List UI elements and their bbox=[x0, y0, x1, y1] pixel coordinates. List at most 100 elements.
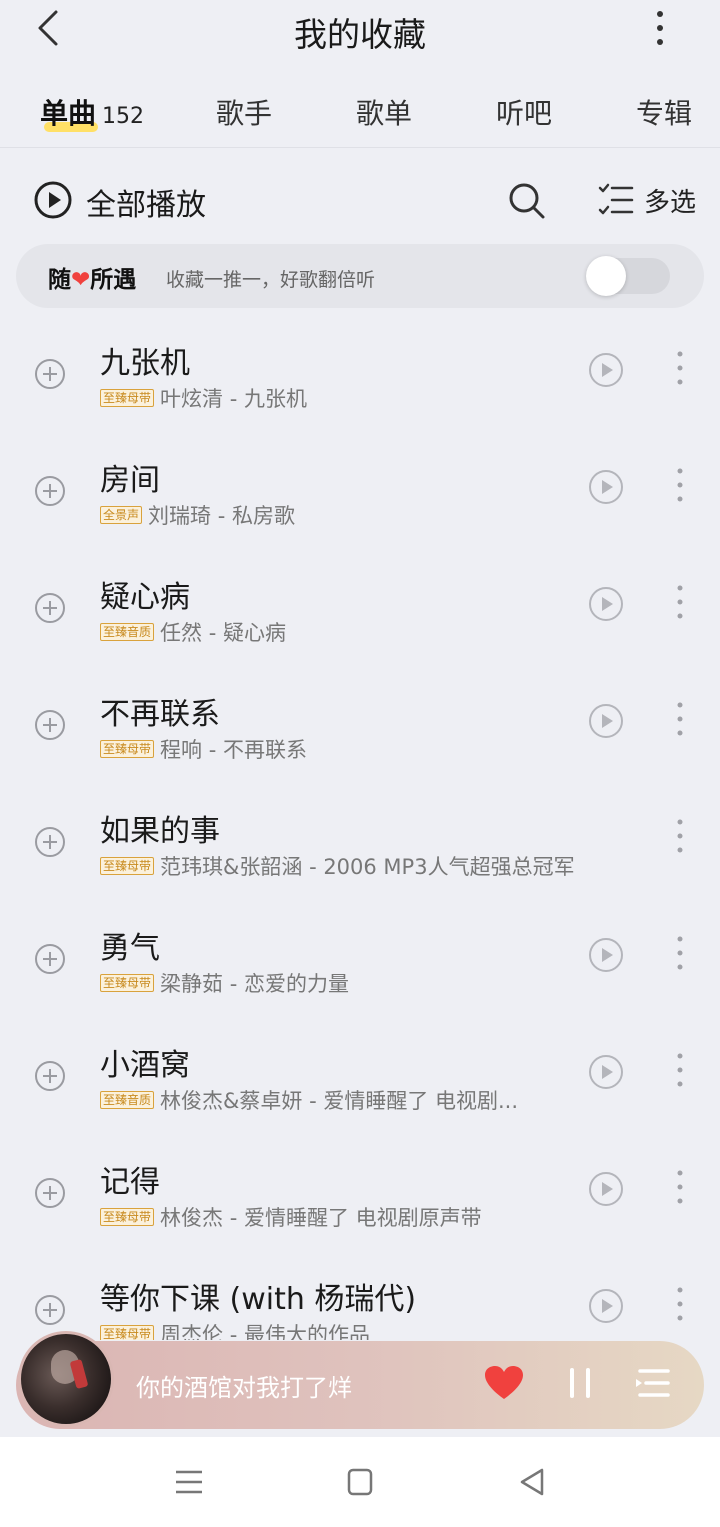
song-row[interactable]: 等你下课 (with 杨瑞代) 至臻母带 周杰伦 - 最伟大的作品 bbox=[0, 1254, 720, 1340]
play-circle-icon bbox=[589, 587, 623, 621]
home-button[interactable] bbox=[343, 1467, 377, 1497]
song-more-button[interactable] bbox=[668, 465, 692, 505]
song-title: 房间 bbox=[100, 463, 160, 498]
more-vertical-icon bbox=[677, 585, 683, 619]
more-vertical-icon bbox=[677, 936, 683, 970]
play-circle-icon bbox=[589, 938, 623, 972]
song-more-button[interactable] bbox=[668, 348, 692, 388]
play-circle-icon bbox=[589, 353, 623, 387]
play-song-button[interactable] bbox=[588, 1171, 624, 1207]
random-encounter-bar: 随❤所遇 收藏一推一，好歌翻倍听 bbox=[16, 244, 704, 308]
song-more-button[interactable] bbox=[668, 582, 692, 622]
recent-apps-button[interactable] bbox=[172, 1467, 206, 1497]
quality-badge: 至臻母带 bbox=[100, 1325, 155, 1340]
song-more-button[interactable] bbox=[668, 699, 692, 739]
play-song-button[interactable] bbox=[588, 352, 624, 388]
add-to-playlist-button[interactable] bbox=[34, 358, 66, 390]
pause-button[interactable] bbox=[564, 1365, 596, 1401]
song-title: 小酒窝 bbox=[100, 1048, 190, 1083]
square-icon bbox=[347, 1468, 373, 1496]
song-artist-album: 林俊杰 - 爱情睡醒了 电视剧原声带 bbox=[160, 1206, 482, 1230]
now-playing-title[interactable]: 你的酒馆对我打了烊 bbox=[136, 1368, 352, 1403]
play-song-button[interactable] bbox=[588, 703, 624, 739]
quality-badge: 至臻母带 bbox=[100, 974, 155, 992]
play-song-button[interactable] bbox=[588, 1054, 624, 1090]
add-to-playlist-button[interactable] bbox=[34, 709, 66, 741]
song-more-button[interactable] bbox=[668, 1050, 692, 1090]
play-all-button[interactable] bbox=[33, 180, 73, 220]
plus-circle-icon bbox=[35, 944, 65, 974]
tab-singles[interactable]: 单曲 152 bbox=[40, 92, 144, 132]
tab-label: 歌手 bbox=[216, 97, 273, 130]
song-artist-album: 林俊杰&蔡卓妍 - 爱情睡醒了 电视剧... bbox=[160, 1089, 519, 1113]
playlist-button[interactable] bbox=[634, 1365, 674, 1401]
multi-select-button[interactable] bbox=[598, 182, 634, 218]
song-title: 等你下课 (with 杨瑞代) bbox=[100, 1282, 417, 1317]
song-row[interactable]: 记得 至臻母带 林俊杰 - 爱情睡醒了 电视剧原声带 bbox=[0, 1137, 720, 1254]
song-row[interactable]: 九张机 至臻母带 叶炫清 - 九张机 bbox=[0, 318, 720, 435]
add-to-playlist-button[interactable] bbox=[34, 1177, 66, 1209]
play-song-button[interactable] bbox=[588, 937, 624, 973]
quality-badge: 至臻音质 bbox=[100, 623, 155, 641]
song-artist-album: 任然 - 疑心病 bbox=[160, 621, 286, 645]
like-button[interactable] bbox=[484, 1365, 524, 1401]
song-row[interactable]: 小酒窝 至臻音质 林俊杰&蔡卓妍 - 爱情睡醒了 电视剧... bbox=[0, 1020, 720, 1137]
song-more-button[interactable] bbox=[668, 1167, 692, 1207]
plus-circle-icon bbox=[35, 1295, 65, 1325]
tab-albums[interactable]: 专辑 bbox=[636, 92, 692, 132]
song-row[interactable]: 不再联系 至臻母带 程响 - 不再联系 bbox=[0, 669, 720, 786]
add-to-playlist-button[interactable] bbox=[34, 592, 66, 624]
quality-badge: 至臻母带 bbox=[100, 1208, 155, 1226]
song-title: 疑心病 bbox=[100, 580, 190, 615]
more-vertical-icon bbox=[677, 468, 683, 502]
song-more-button[interactable] bbox=[668, 816, 692, 856]
tab-label: 听吧 bbox=[496, 97, 553, 130]
play-song-button[interactable] bbox=[588, 586, 624, 622]
title-part: 所遇 bbox=[90, 267, 137, 293]
tab-singers[interactable]: 歌手 bbox=[216, 92, 272, 132]
quality-badge: 至臻母带 bbox=[100, 389, 155, 407]
song-row[interactable]: 疑心病至臻音质 任然 - 疑心病 bbox=[0, 552, 720, 669]
heart-icon bbox=[485, 1366, 523, 1399]
random-encounter-subtitle: 收藏一推一，好歌翻倍听 bbox=[166, 269, 376, 291]
song-more-button[interactable] bbox=[668, 1284, 692, 1324]
more-vertical-icon bbox=[657, 11, 663, 45]
back-nav-button[interactable] bbox=[516, 1467, 550, 1497]
add-to-playlist-button[interactable] bbox=[34, 1060, 66, 1092]
song-row[interactable]: 如果的事 至臻母带 范玮琪&张韶涵 - 2006 MP3人气超强总冠军 bbox=[0, 786, 720, 903]
app-header: 我的收藏 bbox=[0, 0, 720, 62]
playlist-icon bbox=[636, 1369, 670, 1397]
album-art[interactable] bbox=[18, 1331, 114, 1427]
song-title: 九张机 bbox=[100, 346, 190, 381]
song-title: 如果的事 bbox=[100, 814, 220, 849]
tab-label: 歌单 bbox=[356, 97, 413, 130]
more-vertical-icon bbox=[677, 702, 683, 736]
more-vertical-icon bbox=[677, 819, 683, 853]
plus-circle-icon bbox=[35, 476, 65, 506]
random-encounter-toggle[interactable] bbox=[586, 256, 670, 296]
tab-label: 单曲 bbox=[40, 97, 97, 130]
add-to-playlist-button[interactable] bbox=[34, 475, 66, 507]
search-button[interactable] bbox=[506, 180, 546, 220]
quality-badge: 全景声 bbox=[100, 506, 143, 524]
add-to-playlist-button[interactable] bbox=[34, 826, 66, 858]
mini-player[interactable]: 你的酒馆对我打了烊 bbox=[16, 1331, 704, 1429]
more-vertical-icon bbox=[677, 1170, 683, 1204]
play-song-button[interactable] bbox=[588, 469, 624, 505]
song-title: 勇气 bbox=[100, 931, 160, 966]
multi-select-label[interactable]: 多选 bbox=[644, 182, 696, 219]
quality-badge: 至臻母带 bbox=[100, 857, 155, 875]
more-vertical-icon bbox=[677, 351, 683, 385]
tab-playlists[interactable]: 歌单 bbox=[356, 92, 412, 132]
song-meta: 至臻母带 梁静茹 - 恋爱的力量 bbox=[100, 969, 349, 997]
song-more-button[interactable] bbox=[668, 933, 692, 973]
tab-listen[interactable]: 听吧 bbox=[496, 92, 552, 132]
song-row[interactable]: 勇气至臻母带 梁静茹 - 恋爱的力量 bbox=[0, 903, 720, 1020]
more-button[interactable] bbox=[640, 6, 680, 50]
title-part: 随 bbox=[48, 267, 71, 293]
add-to-playlist-button[interactable] bbox=[34, 1294, 66, 1326]
song-row[interactable]: 房间 全景声 刘瑞琦 - 私房歌 bbox=[0, 435, 720, 552]
play-all-label[interactable]: 全部播放 bbox=[86, 180, 206, 224]
play-song-button[interactable] bbox=[588, 1288, 624, 1324]
add-to-playlist-button[interactable] bbox=[34, 943, 66, 975]
